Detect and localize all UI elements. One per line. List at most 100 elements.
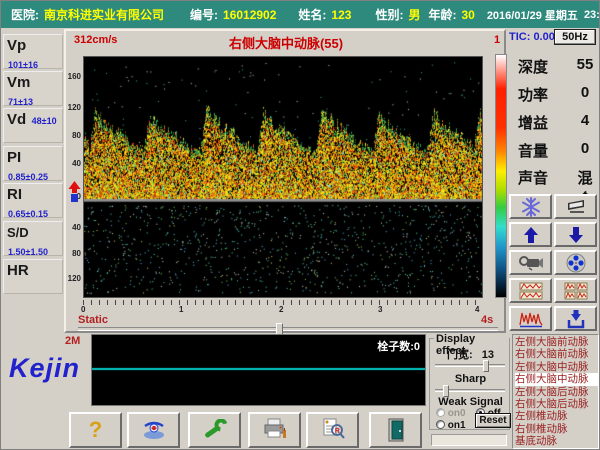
artery-item-4[interactable]: 左侧大脑后动脉 [515, 386, 598, 398]
hospital-value: 南京科进实业有限公司 [44, 6, 164, 23]
velocity-scale-label: 312cm/s [74, 34, 117, 46]
patient-info-bar: 医院: 南京科进实业有限公司 编号: 16012902 姓名: 123 性别: … [1, 1, 600, 28]
measure-cell-pi: PI 0.85±0.25 [3, 146, 63, 181]
gender-label: 性别: [375, 6, 403, 23]
save-disk-icon [566, 309, 586, 329]
record-video-button[interactable] [509, 250, 552, 275]
age-label: 年龄: [428, 6, 456, 23]
pi-label: PI [7, 149, 21, 166]
vp-label: Vp [7, 37, 26, 54]
artery-item-3-selected[interactable]: 右侧大脑中动脉 [515, 373, 598, 385]
radio-on0[interactable]: on0 [436, 408, 466, 419]
patient-name-label: 姓名: [298, 6, 326, 23]
exit-door-icon [387, 418, 405, 442]
artery-title: 右侧大脑中动脉(55) [126, 33, 446, 52]
sound-label: 声音 [518, 167, 548, 188]
scale-up-button[interactable] [509, 222, 552, 247]
xtick-0: 0 [81, 305, 85, 314]
ytick-120: 120 [66, 103, 81, 112]
gain-label: 增益 [518, 112, 548, 133]
xtick-4: 4 [475, 305, 479, 314]
display-effect-group: Display effect 门宽: 13 Sharp Weak Signal … [429, 338, 510, 430]
patient-id-value: 16012902 [223, 8, 276, 22]
mmode-label: 2M [65, 335, 80, 347]
power-label: 功率 [518, 84, 548, 105]
doppler-spectrum-display[interactable] [83, 56, 483, 298]
measure-cell-vd: Vd 48±10 [3, 108, 63, 143]
ytick-160: 160 [66, 72, 81, 81]
baseline-arrow-icon [68, 181, 81, 203]
artery-item-2[interactable]: 左侧大脑中动脉 [515, 361, 598, 373]
ytick-n120: 120 [66, 274, 81, 283]
vd-value: 48±10 [32, 116, 57, 126]
help-button[interactable]: ? [69, 412, 122, 448]
kejin-logo: Kejin [9, 353, 80, 384]
intensity-colorbar [495, 54, 507, 298]
measure-cell-vp: Vp 101±16 [3, 34, 63, 69]
sd-value: 1.50±1.50 [8, 247, 48, 257]
xtick-1: 1 [179, 305, 183, 314]
sharp-label: Sharp [430, 373, 511, 385]
radio-on1[interactable]: on1 [436, 420, 466, 431]
mmode-display[interactable]: 栓子数:0 [91, 334, 426, 406]
frequency-button[interactable]: 50Hz [554, 29, 596, 45]
embolus-count: 栓子数:0 [377, 338, 420, 354]
spectrum-envelope-icon [519, 310, 543, 328]
sharp-slider[interactable] [435, 389, 505, 392]
time-scrollbar[interactable] [78, 327, 498, 331]
hospital-label: 医院: [11, 6, 39, 23]
hr-label: HR [7, 262, 29, 279]
artery-item-6[interactable]: 左侧椎动脉 [515, 410, 598, 422]
wrench-icon [202, 419, 228, 441]
weak-signal-label: Weak Signal [430, 396, 511, 408]
depth-label: 深度 [518, 56, 548, 77]
patient-data-icon [141, 418, 167, 442]
scale-down-button[interactable] [554, 222, 597, 247]
ytick-40: 40 [66, 159, 81, 168]
xtick-2: 2 [279, 305, 283, 314]
artery-item-8[interactable]: 基底动脉 [515, 435, 598, 447]
gate-width-slider-thumb[interactable] [483, 360, 489, 372]
radio-on0-label: on0 [448, 408, 466, 419]
time-display: 23:11:54 [584, 9, 600, 21]
spectrum-canvas [84, 57, 482, 297]
up-arrow-icon [523, 226, 539, 244]
depth-value: 55 [571, 56, 599, 73]
reset-button[interactable]: Reset [475, 413, 511, 428]
pi-value: 0.85±0.25 [8, 172, 48, 182]
playback-reel-button[interactable] [554, 250, 597, 275]
settings-button[interactable] [188, 412, 241, 448]
dual-trace-button[interactable] [509, 278, 552, 303]
screen-view-button[interactable] [554, 194, 597, 219]
artery-item-1[interactable]: 右侧大脑前动脉 [515, 348, 598, 360]
patient-data-button[interactable] [127, 412, 180, 448]
ytick-80: 80 [66, 131, 81, 140]
baseline-marker[interactable] [68, 181, 81, 208]
svg-text:R: R [334, 428, 339, 435]
quad-trace-icon [564, 282, 588, 300]
print-button[interactable] [248, 412, 301, 448]
ri-value: 0.65±0.15 [8, 209, 48, 219]
vm-label: Vm [7, 74, 30, 91]
radio-on1-circle [436, 420, 445, 429]
screen-icon [565, 198, 587, 216]
vp-value: 101±16 [8, 60, 38, 70]
freeze-button[interactable] [509, 194, 552, 219]
tic-readout: TIC: 0.00 [509, 31, 555, 43]
gate-width-slider[interactable] [435, 364, 505, 367]
envelope-trace-button[interactable] [509, 306, 552, 331]
report-button[interactable]: R [306, 412, 359, 448]
artery-item-5[interactable]: 右侧大脑后动脉 [515, 398, 598, 410]
quad-trace-button[interactable] [554, 278, 597, 303]
down-arrow-icon [568, 226, 584, 244]
save-button[interactable] [554, 306, 597, 331]
volume-label: 音量 [518, 140, 548, 161]
gain-value: 4 [571, 112, 599, 129]
exit-button[interactable] [369, 412, 422, 448]
param-row-sound: 声音 混合 [513, 167, 599, 193]
artery-item-7[interactable]: 右侧椎动脉 [515, 423, 598, 435]
measure-cell-ri: RI 0.65±0.15 [3, 183, 63, 218]
artery-item-0[interactable]: 左侧大脑前动脉 [515, 336, 598, 348]
measure-cell-vm: Vm 71±13 [3, 71, 63, 106]
radio-on1-label: on1 [448, 420, 466, 431]
